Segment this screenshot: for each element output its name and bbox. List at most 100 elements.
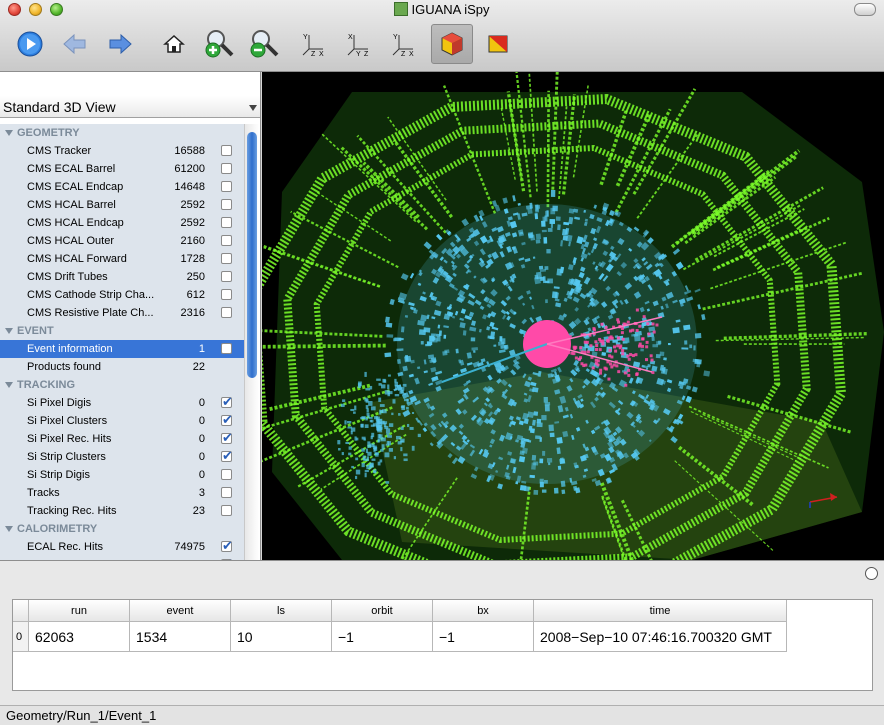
tracker-hit — [570, 351, 574, 355]
tree-item[interactable]: CMS HCAL Forward 1728 — [0, 250, 244, 268]
column-header-run[interactable]: run — [28, 600, 130, 622]
column-header-ls[interactable]: ls — [230, 600, 332, 622]
visibility-checkbox[interactable] — [221, 289, 232, 300]
float-panel-icon[interactable] — [865, 567, 878, 580]
tree-item[interactable]: CMS HCAL Endcap 2592 — [0, 214, 244, 232]
visibility-checkbox[interactable] — [221, 447, 233, 465]
tracker-hit — [608, 348, 612, 352]
event-table[interactable]: run event ls orbit bx time 0 62063 1534 … — [12, 599, 873, 691]
tree-item[interactable]: Products found 22 — [0, 358, 244, 376]
visibility-checkbox[interactable] — [221, 487, 232, 498]
tree-item[interactable]: Tracks 3 — [0, 484, 244, 502]
disclosure-triangle-icon[interactable] — [5, 526, 13, 532]
orthographic-button[interactable] — [480, 26, 516, 62]
cell-ls[interactable]: 10 — [230, 621, 332, 652]
visibility-checkbox[interactable] — [221, 393, 233, 411]
ecal-endcap-crystal — [384, 452, 390, 458]
visibility-checkbox[interactable] — [221, 505, 232, 516]
tree-item[interactable]: Si Strip Digis 0 — [0, 466, 244, 484]
tracker-hit — [638, 324, 642, 328]
ecal-endcap-crystal — [406, 406, 409, 410]
ecal-crystal — [545, 210, 549, 217]
view-selector[interactable]: Standard 3D View — [0, 96, 260, 118]
visibility-checkbox[interactable] — [221, 199, 232, 210]
ecal-crystal — [400, 326, 405, 333]
visibility-checkbox[interactable] — [221, 537, 233, 555]
disclosure-triangle-icon[interactable] — [5, 328, 13, 334]
tree-section-label: EVENT — [17, 325, 54, 337]
visibility-checkbox[interactable] — [221, 469, 232, 480]
scrollbar-thumb[interactable] — [247, 132, 257, 378]
tree-scrollbar[interactable] — [244, 124, 259, 560]
tracker-hit — [608, 354, 612, 358]
column-header-orbit[interactable]: orbit — [331, 600, 433, 622]
disclosure-triangle-icon[interactable] — [5, 130, 13, 136]
tree-item[interactable]: Si Pixel Digis 0 — [0, 393, 244, 412]
visibility-checkbox[interactable] — [221, 217, 232, 228]
tree-item[interactable]: CMS ECAL Barrel 61200 — [0, 160, 244, 178]
tree-item[interactable]: Event information 1 — [0, 340, 244, 358]
tree-item[interactable]: CMS Resistive Plate Ch... 2316 — [0, 304, 244, 322]
visibility-checkbox[interactable] — [221, 429, 233, 447]
visibility-checkbox[interactable] — [221, 411, 233, 429]
tree-item[interactable]: CMS Cathode Strip Cha... 612 — [0, 286, 244, 304]
tracker-hit — [615, 364, 619, 368]
table-row[interactable]: 0 62063 1534 10 −1 −1 2008−Sep−10 07:46:… — [13, 621, 787, 652]
visibility-checkbox[interactable] — [221, 307, 232, 318]
ecal-endcap-crystal — [401, 405, 406, 411]
cell-orbit[interactable]: −1 — [331, 621, 433, 652]
zoom-in-button[interactable] — [201, 26, 237, 62]
tree-item[interactable]: CMS HCAL Barrel 2592 — [0, 196, 244, 214]
visibility-checkbox[interactable] — [221, 235, 232, 246]
3d-viewport[interactable] — [262, 72, 884, 560]
tree-item-count: 0 — [198, 415, 205, 427]
back-button[interactable] — [57, 26, 93, 62]
tree-item[interactable]: ECAL Rec. Hits 74975 — [0, 537, 244, 556]
tree-item[interactable]: Tracking Rec. Hits 23 — [0, 502, 244, 520]
tree-item[interactable]: CMS Drift Tubes 250 — [0, 268, 244, 286]
visibility-checkbox[interactable] — [221, 181, 232, 192]
tree-item[interactable]: CMS ECAL Endcap 14648 — [0, 178, 244, 196]
ecal-endcap-crystal — [400, 426, 404, 430]
ecal-endcap-crystal — [384, 425, 389, 430]
view-x-button[interactable]: Y XZ — [296, 26, 332, 62]
ecal-crystal — [535, 209, 539, 213]
view-y-button[interactable]: X ZY — [341, 26, 377, 62]
ecal-crystal — [539, 458, 544, 464]
forward-button[interactable] — [102, 26, 138, 62]
view-z-button[interactable]: Y XZ — [386, 26, 422, 62]
play-button[interactable] — [12, 26, 48, 62]
zoom-out-button[interactable] — [246, 26, 282, 62]
column-header-time[interactable]: time — [533, 600, 787, 622]
cell-run[interactable]: 62063 — [28, 621, 130, 652]
cell-event[interactable]: 1534 — [129, 621, 231, 652]
visibility-checkbox[interactable] — [221, 343, 232, 354]
visibility-checkbox[interactable] — [221, 163, 232, 174]
ecal-crystal — [490, 331, 496, 338]
column-header-bx[interactable]: bx — [432, 600, 534, 622]
tree-item[interactable]: Si Strip Clusters 0 — [0, 447, 244, 466]
tree-item[interactable]: Si Pixel Clusters 0 — [0, 411, 244, 430]
visibility-checkbox[interactable] — [221, 253, 232, 264]
tree-item[interactable]: Si Pixel Rec. Hits 0 — [0, 429, 244, 448]
perspective-button[interactable] — [431, 24, 473, 64]
tree-item[interactable]: CMS Tracker 16588 — [0, 142, 244, 160]
tree-section-event[interactable]: EVENT — [0, 322, 244, 340]
ecal-crystal — [473, 350, 476, 353]
visibility-checkbox[interactable] — [221, 271, 232, 282]
svg-text:Z: Z — [311, 51, 316, 57]
ecal-endcap-crystal — [366, 456, 369, 461]
ecal-endcap-crystal — [365, 448, 368, 454]
disclosure-triangle-icon[interactable] — [5, 382, 13, 388]
column-header-event[interactable]: event — [129, 600, 231, 622]
cell-bx[interactable]: −1 — [432, 621, 534, 652]
visibility-checkbox[interactable] — [221, 145, 232, 156]
tree-section-geometry[interactable]: GEOMETRY — [0, 124, 244, 142]
tree-item[interactable]: CMS HCAL Outer 2160 — [0, 232, 244, 250]
cell-time[interactable]: 2008−Sep−10 07:46:16.700320 GMT — [533, 621, 787, 652]
ecal-endcap-crystal — [342, 399, 346, 402]
tree-section-calorimetry[interactable]: CALORIMETRY — [0, 520, 244, 538]
ecal-crystal — [525, 205, 532, 210]
home-button[interactable] — [156, 26, 192, 62]
tree-section-tracking[interactable]: TRACKING — [0, 376, 244, 394]
